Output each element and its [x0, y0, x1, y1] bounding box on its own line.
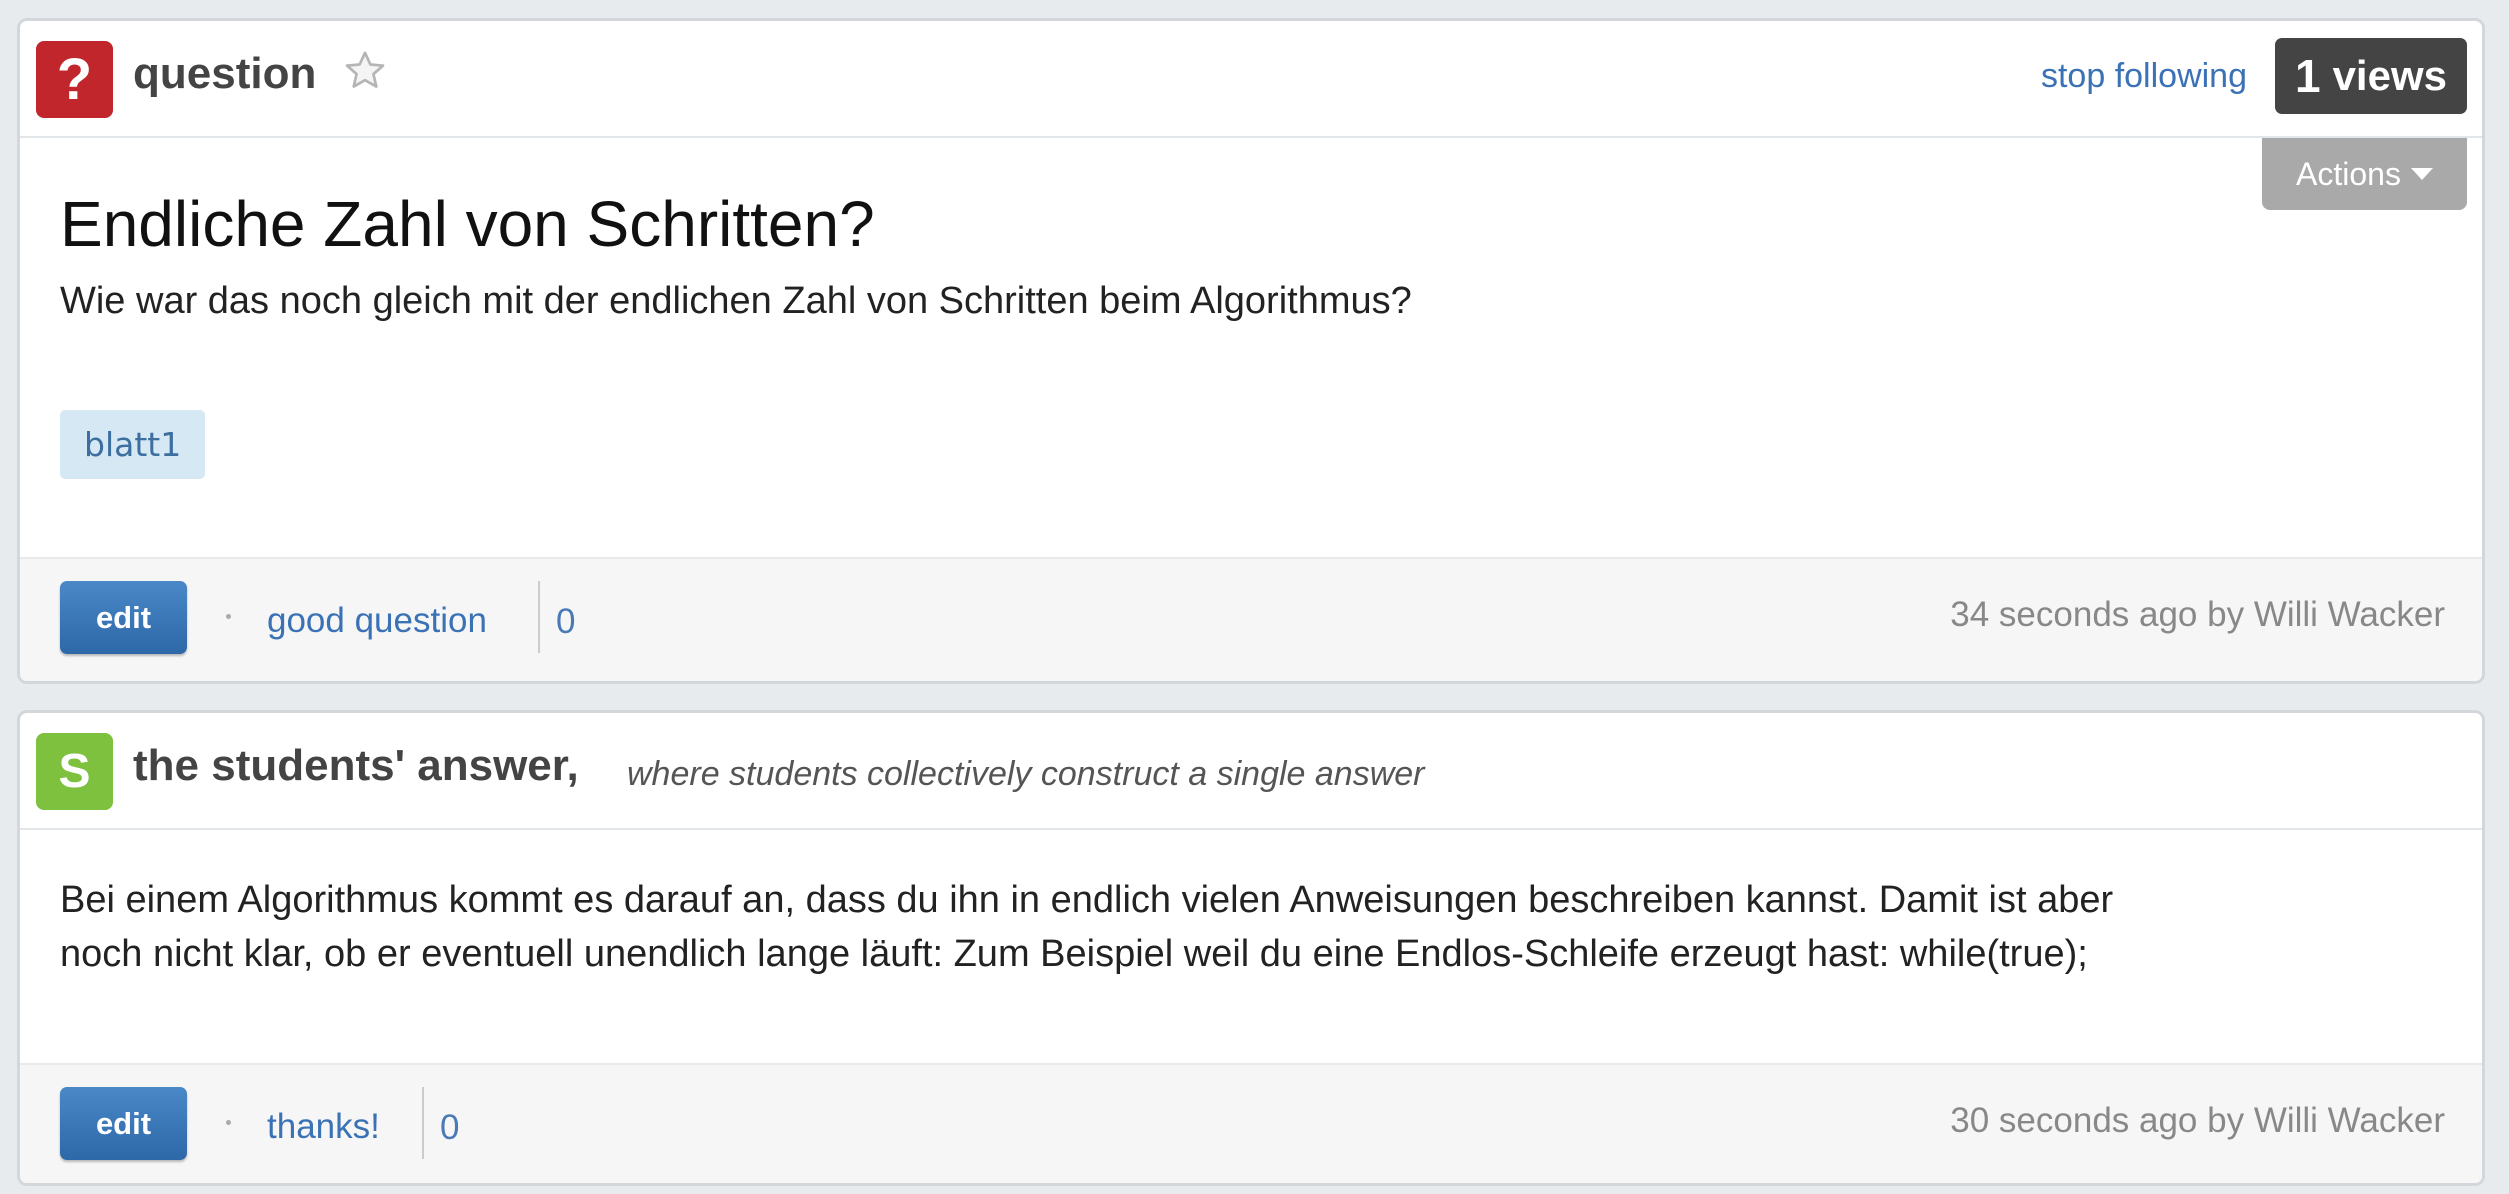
edit-button[interactable]: edit — [60, 581, 187, 654]
views-badge: 1 views — [2274, 38, 2467, 114]
students-answer-footer: edit thanks! 0 30 seconds ago by Willi W… — [20, 1063, 2482, 1183]
students-answer-meta: 30 seconds ago by Willi Wacker — [1950, 1101, 2445, 1140]
students-answer-line: noch nicht klar, ob er eventuell unendli… — [60, 933, 2088, 975]
actions-label: Actions — [2296, 155, 2401, 192]
question-card: ? question stop following 1 views Action… — [17, 18, 2485, 684]
students-answer-header: S the students' answer, where students c… — [20, 713, 2482, 830]
students-answer-subtitle: where students collectively construct a … — [627, 755, 1425, 793]
star-icon[interactable] — [342, 48, 388, 94]
students-answer-icon: S — [36, 733, 113, 810]
separator-dot — [226, 1120, 231, 1125]
tag-blatt1[interactable]: blatt1 — [60, 410, 206, 479]
question-type-icon: ? — [36, 41, 113, 118]
question-title: Endliche Zahl von Schritten? — [60, 188, 875, 260]
views-label: views — [2332, 52, 2447, 99]
views-count: 1 — [2294, 50, 2321, 102]
question-meta: 34 seconds ago by Willi Wacker — [1950, 595, 2445, 634]
vote-divider — [422, 1087, 424, 1159]
good-question-link[interactable]: good question — [267, 601, 487, 641]
students-answer-card: S the students' answer, where students c… — [17, 710, 2485, 1186]
vote-count: 0 — [556, 602, 576, 641]
question-body: Wie war das noch gleich mit der endliche… — [60, 280, 1412, 322]
students-answer-title: the students' answer, — [133, 741, 579, 790]
question-header: ? question stop following 1 views — [20, 21, 2482, 138]
separator-dot — [226, 614, 231, 619]
thanks-link[interactable]: thanks! — [267, 1107, 380, 1147]
question-footer: edit good question 0 34 seconds ago by W… — [20, 557, 2482, 681]
students-answer-body: Bei einem Algorithmus kommt es darauf an… — [60, 873, 2113, 981]
edit-button[interactable]: edit — [60, 1087, 187, 1160]
students-answer-line: Bei einem Algorithmus kommt es darauf an… — [60, 879, 2114, 921]
question-type-label: question — [133, 49, 317, 98]
caret-down-icon — [2410, 168, 2433, 180]
vote-count: 0 — [440, 1108, 460, 1147]
actions-button[interactable]: Actions — [2262, 138, 2467, 210]
vote-divider — [538, 581, 540, 653]
stop-following-link[interactable]: stop following — [2041, 57, 2247, 96]
